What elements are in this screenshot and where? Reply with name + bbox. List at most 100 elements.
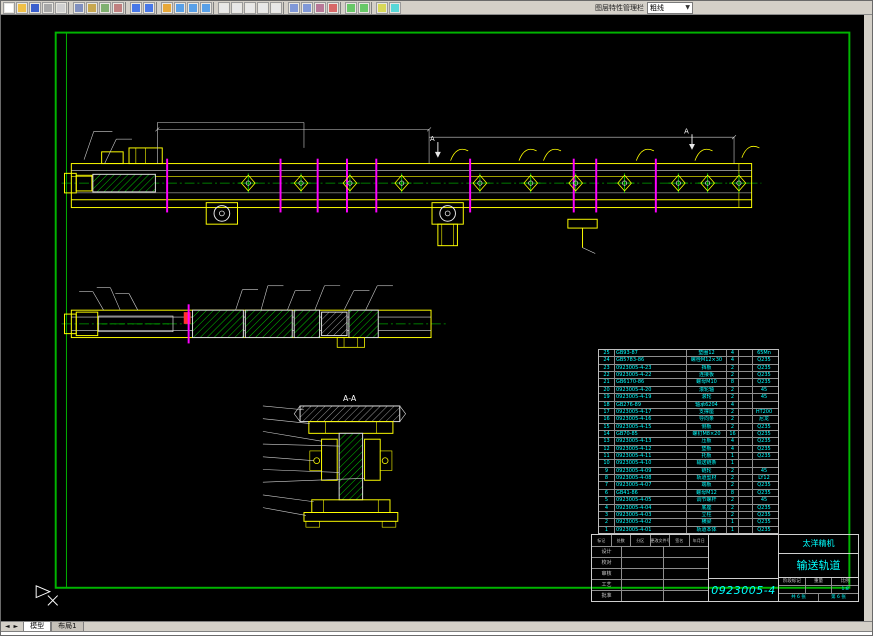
bom-row: 2 0923005-4-02 横梁 1 Q235 [599,518,778,526]
redo-icon[interactable] [143,1,155,14]
paste-icon-glyph [101,3,109,12]
signature-label: 设计 [592,547,622,557]
redo-icon-glyph [145,3,153,12]
bom-row: 6 GB41-86 螺母M12 8 Q235 [599,488,778,497]
bom-row: 13 0923005-4-13 压板 4 Q235 [599,437,778,445]
match-properties-icon[interactable] [112,1,124,14]
section-cut-lines [166,158,657,213]
zoom-previous-icon[interactable] [200,1,212,14]
bom-row: 21 GB6170-86 螺母M10 8 Q235 [599,378,778,386]
label-date: 年月日 [692,538,705,543]
toolbar-separator [68,1,72,14]
layers-icon[interactable] [376,1,388,14]
signature-label: 工艺 [592,580,622,590]
side-view-leaders [79,285,393,311]
new-icon[interactable] [3,1,15,14]
rotate-icon[interactable] [301,1,313,14]
toolbar-spacer [402,7,592,8]
new-icon-glyph [5,3,13,12]
polyline-icon[interactable] [231,1,243,14]
bom-row: 24 GB5783-86 螺栓M12×30 4 Q235 [599,356,778,364]
label-stage: 阶段标记 [779,578,806,586]
chevron-down-icon: ▼ [685,4,690,11]
bom-row: 1 0923005-4-01 轨道本体 1 Q235 [599,525,778,533]
properties-icon[interactable] [389,1,401,14]
bom-row: 17 0923005-4-17 支撑座 2 HT200 [599,407,778,416]
copy-icon[interactable] [86,1,98,14]
plot-icon[interactable] [42,1,54,14]
bom-cell: 1 [599,526,615,533]
save-icon[interactable] [29,1,41,14]
label-weight: 重量 [805,578,833,586]
arc-icon[interactable] [257,1,269,14]
tab-布局1[interactable]: 布局1 [51,621,84,631]
toolbar-separator [371,1,375,14]
bom-row: 16 0923005-4-16 导向条 2 尼龙 [599,415,778,423]
move-icon[interactable] [288,1,300,14]
line-icon[interactable] [218,1,230,14]
erase-icon[interactable] [327,1,339,14]
title-block: 标记 处数 分区 更改文件号 签名 年月日 设计 校对 审核 工艺 批准 0923005… [591,534,859,602]
zoom-window-icon-glyph [189,3,197,12]
bom-cell [739,526,753,533]
save-icon-glyph [31,3,39,12]
rotate-icon-glyph [303,3,311,12]
bom-row: 22 0923005-4-22 连接板 2 Q235 [599,371,778,379]
bom-row: 19 0923005-4-19 滚轮 2 45 [599,393,778,401]
trim-icon[interactable] [314,1,326,14]
bom-cell: 轨道本体 [687,526,727,533]
area-icon-glyph [360,3,368,12]
zoom-window-icon[interactable] [187,1,199,14]
drawing-canvas[interactable]: A A A-A 25 GB93-87 垫圈12 4 65Mn 24 GB5783… [1,15,864,621]
section-mark-a1: A [430,135,435,143]
cut-icon-glyph [75,3,83,12]
layer-combo-value: 粗线 [650,3,664,12]
weight-value [805,586,833,594]
bom-row: 10 0923005-4-10 输送链条 1 [599,459,778,467]
bom-row: 9 0923005-4-09 链轮 2 45 [599,466,778,475]
signature-row: 工艺 [592,580,708,591]
layers-icon-glyph [378,3,386,12]
bom-row: 20 0923005-4-20 滚轮轴 2 45 [599,385,778,394]
tab-模型[interactable]: 模型 [23,621,52,631]
plot-preview-icon-glyph [57,3,65,12]
circle-icon[interactable] [244,1,256,14]
area-icon[interactable] [358,1,370,14]
material-cell [709,535,778,579]
section-mark-a2: A [684,127,689,135]
zoom-realtime-icon[interactable] [174,1,186,14]
distance-icon[interactable] [345,1,357,14]
plot-preview-icon[interactable] [55,1,67,14]
command-line[interactable] [1,631,872,635]
pan-icon[interactable] [161,1,173,14]
match-properties-icon-glyph [114,3,122,12]
tab-scroll-arrows[interactable]: ◄ ► [1,622,23,631]
signature-cell [664,591,708,601]
undo-icon[interactable] [130,1,142,14]
signature-row: 批准 [592,591,708,601]
distance-icon-glyph [347,3,355,12]
layer-combo[interactable]: 粗线 ▼ [647,1,693,14]
toolbar: 图层特性管理栏 粗线 ▼ [1,1,872,15]
bom-row: 15 0923005-4-15 侧板 2 Q235 [599,422,778,430]
signature-cell [622,580,664,590]
revision-header-row: 标记 处数 分区 更改文件号 签名 年月日 [592,535,708,547]
signature-cell [664,580,708,590]
signature-row: 审核 [592,569,708,580]
paste-icon[interactable] [99,1,111,14]
signature-cell [622,569,664,579]
label-file: 更改文件号 [651,535,670,546]
bom-cell: Q235 [757,526,771,533]
toolbar-separator [125,1,129,14]
part-name: 输送轨道 [779,554,858,578]
text-icon[interactable] [270,1,282,14]
signature-cell [622,547,664,557]
cut-icon[interactable] [73,1,85,14]
polyline-icon-glyph [233,3,241,12]
erase-icon-glyph [329,3,337,12]
undo-icon-glyph [132,3,140,12]
label-count: 处数 [612,535,631,546]
open-icon[interactable] [16,1,28,14]
cad-window: 图层特性管理栏 粗线 ▼ A A A-A 25 GB93-87 垫圈12 4 6… [0,0,873,636]
signature-cell [664,547,708,557]
